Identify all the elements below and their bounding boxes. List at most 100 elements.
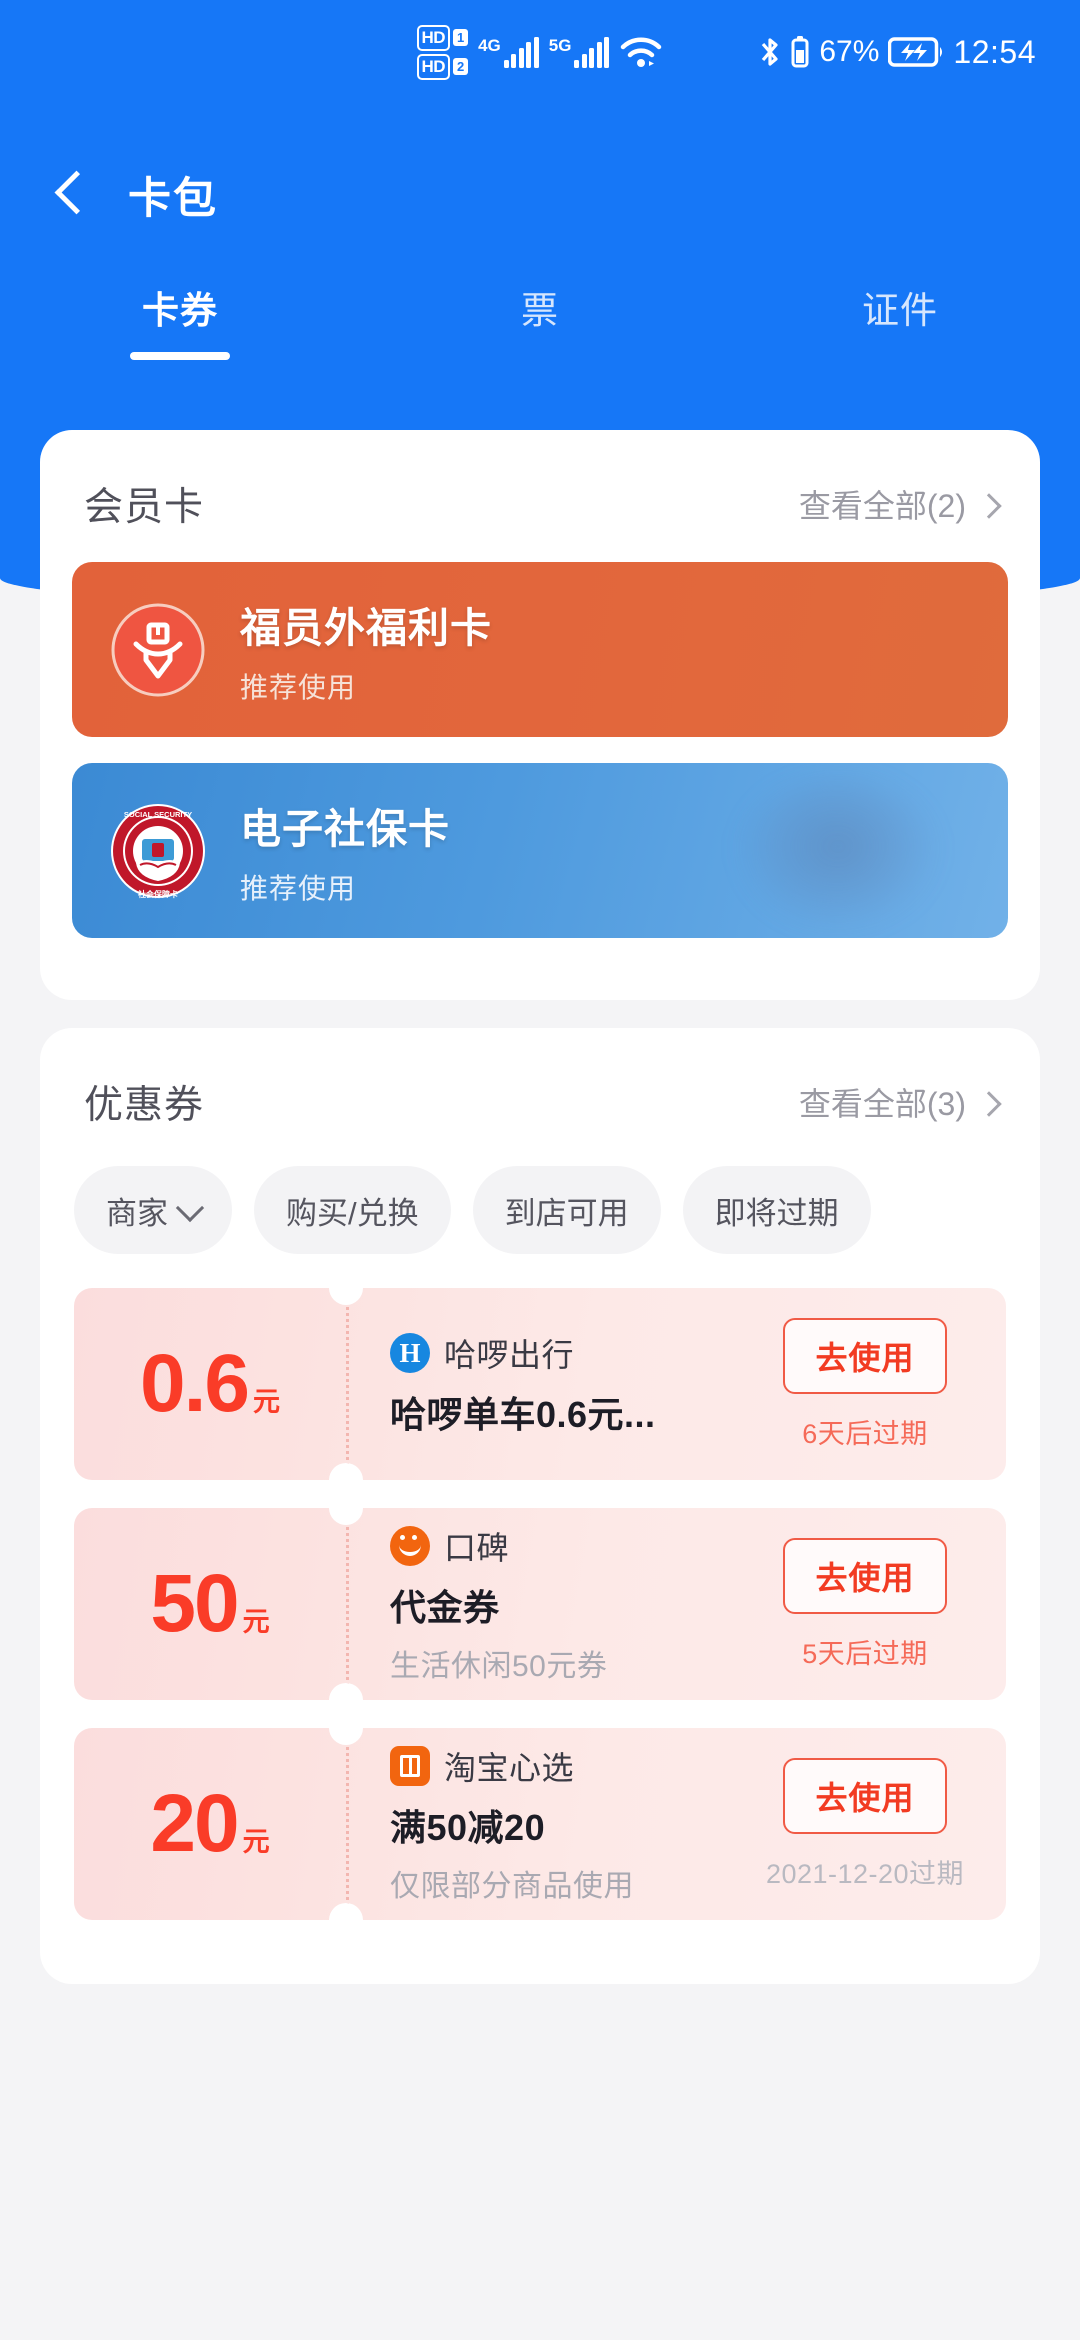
fuyuanwai-card-text: 福员外福利卡 推荐使用: [240, 594, 492, 706]
coupon-actions: 去使用 6天后过期: [738, 1288, 1006, 1480]
coupon-filter-chips: 商家 购买/兑换 到店可用 即将过期: [40, 1160, 1040, 1288]
coupon-panel-header: 优惠券 查看全部(3): [40, 1028, 1040, 1160]
battery-small-icon: [790, 35, 810, 69]
fuyuanwai-card-subtitle: 推荐使用: [240, 671, 357, 703]
coupon-expiry-label: 5天后过期: [802, 1638, 928, 1669]
coupon-notch-bottom: [329, 1903, 363, 1937]
signal-bars-icon-sim1: [503, 36, 539, 68]
scroll-content: 会员卡 查看全部(2) 福员外福利卡 推荐使用 SOCIAL SECURITY …: [0, 430, 1080, 2012]
chevron-right-icon: [980, 1094, 996, 1110]
social-security-card-logo-icon: SOCIAL SECURITY 社会保障卡: [106, 799, 210, 903]
coupon-amount-value: 0.6: [140, 1338, 250, 1429]
coupon-title: 哈啰单车0.6元...: [390, 1394, 656, 1435]
coupon-brand-name: 哈啰出行: [444, 1337, 575, 1373]
filter-chip-label: 到店可用: [504, 1195, 629, 1231]
membership-view-all-label: 查看全部(2): [798, 488, 966, 524]
tab-bar: 卡券 票 证件: [0, 280, 1080, 400]
coupon-panel: 优惠券 查看全部(3) 商家 购买/兑换 到店可用 即将过期 0.6 元 H 哈…: [40, 1028, 1040, 1984]
coupon-title: 满50减20: [390, 1807, 546, 1848]
filter-chip-in-store[interactable]: 到店可用: [472, 1166, 661, 1254]
koubei-logo-icon: [390, 1526, 430, 1566]
membership-card-fuyuanwai[interactable]: 福员外福利卡 推荐使用: [72, 562, 1008, 737]
network-type-label-sim2: 5G: [548, 35, 572, 55]
coupon-details: 口碑 代金券 生活休闲50元券: [346, 1508, 738, 1700]
coupon-details: 哈啰出行 哈啰单车0.6元...: [346, 1288, 738, 1480]
clock-label: 12:54: [953, 33, 1036, 70]
coupon-notch-top: [329, 1491, 363, 1525]
signal-indicator-sim1: 4G: [478, 35, 539, 68]
coupon-item[interactable]: 0.6 元 哈啰出行 哈啰单车0.6元... 去使用 6天后过期: [74, 1271, 1006, 1497]
coupon-use-button[interactable]: 去使用: [783, 1537, 947, 1614]
coupon-use-button[interactable]: 去使用: [783, 1757, 947, 1834]
coupon-view-all-button[interactable]: 查看全部(3): [799, 1079, 996, 1125]
coupon-use-button[interactable]: 去使用: [783, 1317, 947, 1394]
network-type-label-sim1: 4G: [478, 35, 501, 55]
navigation-bar: 卡包: [0, 140, 1080, 250]
coupon-perforation: [346, 1728, 349, 1920]
filter-chip-label: 即将过期: [714, 1195, 839, 1231]
status-bar: HD 1 HD 2 4G 5G 67% 12:54: [0, 0, 1080, 104]
coupon-actions: 去使用 2021-12-20过期: [738, 1728, 1006, 1920]
signal-bars-icon-sim2: [574, 36, 610, 68]
coupon-brand-name: 淘宝心选: [444, 1750, 575, 1786]
taobao-xinxuan-logo-icon: [390, 1746, 430, 1786]
fuyuanwai-logo-icon: [106, 598, 210, 702]
hd-icon-sim1: HD: [416, 24, 451, 51]
filter-chip-label: 商家: [106, 1195, 168, 1231]
bluetooth-icon: [759, 35, 781, 69]
coupon-amount-value: 20: [150, 1778, 239, 1869]
coupon-amount-area: 50 元: [74, 1508, 346, 1700]
tab-card-coupons[interactable]: 卡券: [0, 280, 360, 360]
filter-chip-expiring-soon[interactable]: 即将过期: [682, 1166, 871, 1254]
coupon-view-all-label: 查看全部(3): [798, 1086, 966, 1122]
coupon-brand: 口碑: [390, 1523, 738, 1569]
social-security-card-subtitle: 推荐使用: [240, 872, 357, 904]
tab-active-underline: [850, 352, 950, 360]
filter-chip-merchant[interactable]: 商家: [74, 1166, 232, 1254]
coupon-perforation: [346, 1288, 349, 1480]
coupon-description: 生活休闲50元券: [390, 1650, 608, 1683]
membership-panel-title: 会员卡: [84, 486, 205, 529]
signal-indicator-sim2: 5G: [548, 35, 610, 68]
coupon-amount-unit: 元: [253, 1387, 280, 1417]
coupon-notch-top: [329, 1711, 363, 1745]
coupon-brand: 淘宝心选: [390, 1743, 738, 1789]
social-security-card-title: 电子社保卡: [240, 805, 450, 852]
fuyuanwai-card-title: 福员外福利卡: [240, 604, 492, 651]
coupon-expiry-label: 2021-12-20过期: [765, 1858, 965, 1889]
hello-chuxing-logo-icon: [390, 1333, 430, 1373]
coupon-amount-unit: 元: [242, 1827, 270, 1857]
coupon-item[interactable]: 50 元 口碑 代金券 生活休闲50元券 去使用 5天后过期: [74, 1491, 1006, 1717]
filter-chip-label: 购买/兑换: [286, 1195, 419, 1231]
coupon-expiry-label: 6天后过期: [802, 1418, 928, 1449]
coupon-item[interactable]: 20 元 淘宝心选 满50减20 仅限部分商品使用 去使用 2021-12-20…: [74, 1711, 1006, 1937]
tab-active-underline: [130, 352, 230, 360]
sim1-number: 1: [453, 29, 469, 46]
membership-view-all-button[interactable]: 查看全部(2): [799, 481, 996, 527]
tab-label: 卡券: [142, 290, 218, 331]
coupon-details: 淘宝心选 满50减20 仅限部分商品使用: [346, 1728, 738, 1920]
tab-label: 证件: [862, 290, 938, 331]
back-chevron-icon[interactable]: [48, 173, 92, 217]
tab-tickets[interactable]: 票: [360, 280, 720, 360]
hd-icon-sim2: HD: [416, 53, 451, 80]
membership-card-social-security[interactable]: SOCIAL SECURITY 社会保障卡 电子社保卡 推荐使用: [72, 763, 1008, 938]
coupon-actions: 去使用 5天后过期: [738, 1508, 1006, 1700]
coupon-panel-title: 优惠券: [84, 1084, 205, 1127]
coupon-brand-name: 口碑: [444, 1530, 510, 1566]
svg-text:社会保障卡: 社会保障卡: [137, 889, 178, 899]
coupon-brand: 哈啰出行: [390, 1330, 738, 1376]
coupon-perforation: [346, 1508, 349, 1700]
filter-chip-purchase-exchange[interactable]: 购买/兑换: [254, 1166, 451, 1254]
battery-charging-icon: [888, 36, 944, 68]
membership-card-panel: 会员卡 查看全部(2) 福员外福利卡 推荐使用 SOCIAL SECURITY …: [40, 430, 1040, 1000]
coupon-amount-unit: 元: [242, 1607, 270, 1637]
tab-active-underline: [490, 352, 590, 360]
tab-documents[interactable]: 证件: [720, 280, 1080, 360]
coupon-amount-value: 50: [150, 1558, 239, 1649]
svg-text:SOCIAL SECURITY: SOCIAL SECURITY: [124, 810, 192, 819]
coupon-title: 代金券: [390, 1587, 500, 1628]
chevron-down-icon: [180, 1200, 200, 1220]
wifi-icon: [619, 34, 663, 70]
coupon-notch-top: [329, 1271, 363, 1305]
